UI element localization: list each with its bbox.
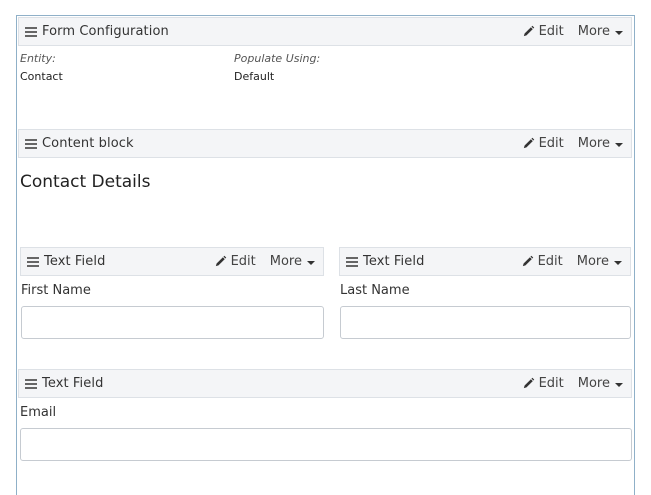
email-more-button[interactable]: More [578, 376, 623, 391]
more-label: More [577, 376, 610, 391]
first-name-label: First Name [21, 283, 91, 298]
edit-label: Edit [230, 254, 256, 269]
content-block-edit-button[interactable]: Edit [522, 136, 564, 151]
caret-down-icon [307, 260, 315, 265]
form-configuration-title: Form Configuration [42, 24, 169, 39]
first-name-field-header: Text Field Edit More [20, 247, 324, 276]
pencil-icon [523, 137, 534, 149]
edit-label: Edit [538, 136, 564, 151]
pencil-icon [523, 25, 534, 37]
caret-down-icon [615, 142, 623, 147]
last-name-label: Last Name [340, 283, 410, 298]
first-name-edit-button[interactable]: Edit [214, 254, 256, 269]
email-edit-button[interactable]: Edit [522, 376, 564, 391]
first-name-input[interactable] [21, 306, 324, 339]
drag-handle-icon[interactable] [346, 257, 358, 266]
content-block-title: Content block [42, 136, 134, 151]
content-heading: Contact Details [20, 172, 151, 192]
email-input[interactable] [20, 428, 632, 461]
pencil-icon [215, 255, 226, 267]
drag-handle-icon[interactable] [25, 379, 37, 388]
form-configuration-header: Form Configuration Edit More [18, 17, 632, 46]
text-field-title: Text Field [44, 254, 106, 269]
caret-down-icon [615, 382, 623, 387]
drag-handle-icon[interactable] [27, 257, 39, 266]
edit-label: Edit [538, 24, 564, 39]
form-configuration-more-button[interactable]: More [578, 24, 623, 39]
caret-down-icon [614, 260, 622, 265]
last-name-edit-button[interactable]: Edit [521, 254, 563, 269]
pencil-icon [522, 255, 533, 267]
email-field-header: Text Field Edit More [18, 369, 632, 398]
drag-handle-icon[interactable] [25, 139, 37, 148]
text-field-title: Text Field [363, 254, 425, 269]
caret-down-icon [615, 30, 623, 35]
populate-using-label: Populate Using: [234, 52, 321, 65]
entity-label: Entity: [20, 52, 56, 65]
text-field-title: Text Field [42, 376, 104, 391]
populate-using-value: Default [234, 70, 275, 83]
last-name-more-button[interactable]: More [577, 254, 622, 269]
more-label: More [577, 24, 610, 39]
pencil-icon [523, 377, 534, 389]
more-label: More [576, 254, 609, 269]
more-label: More [269, 254, 302, 269]
drag-handle-icon[interactable] [25, 27, 37, 36]
content-block-header: Content block Edit More [18, 129, 632, 158]
last-name-input[interactable] [340, 306, 631, 339]
content-block-more-button[interactable]: More [578, 136, 623, 151]
form-configuration-edit-button[interactable]: Edit [522, 24, 564, 39]
last-name-field-header: Text Field Edit More [339, 247, 631, 276]
edit-label: Edit [538, 376, 564, 391]
more-label: More [577, 136, 610, 151]
first-name-more-button[interactable]: More [270, 254, 315, 269]
email-label: Email [20, 405, 57, 420]
edit-label: Edit [537, 254, 563, 269]
entity-value: Contact [20, 70, 63, 83]
